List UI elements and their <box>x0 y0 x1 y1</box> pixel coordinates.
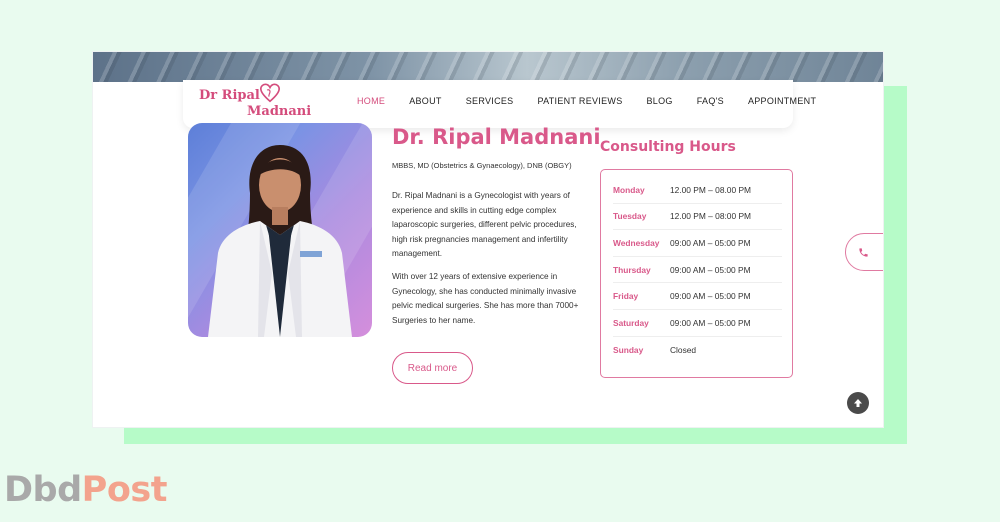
hours-day: Friday <box>613 291 639 302</box>
hours-time: Closed <box>670 344 697 355</box>
hours-time: 09:00 AM – 05:00 PM <box>670 237 751 248</box>
nav-item-blog[interactable]: BLOG <box>647 96 673 106</box>
hours-time: 12.00 PM – 08.00 PM <box>670 184 752 195</box>
hours-row: Tuesday 12.00 PM – 08:00 PM <box>613 204 782 231</box>
doctor-portrait-illustration <box>208 145 352 337</box>
hours-time: 09:00 AM – 05:00 PM <box>670 264 751 275</box>
scroll-to-top-button[interactable] <box>847 392 869 414</box>
consulting-hours-title: Consulting Hours <box>600 139 736 155</box>
navbar: Dr Ripal Madnani HOME ABOUT SERVICES PAT… <box>183 80 816 128</box>
doctor-qualifications: MBBS, MD (Obstetrics & Gynaecology), DNB… <box>392 161 572 170</box>
hours-day: Wednesday <box>613 237 660 248</box>
heart-logo-icon <box>260 83 280 103</box>
nav-item-appointment[interactable]: APPOINTMENT <box>748 96 816 106</box>
main-nav: HOME ABOUT SERVICES PATIENT REVIEWS BLOG… <box>357 96 840 106</box>
nav-item-faqs[interactable]: FAQ'S <box>697 96 724 106</box>
site-logo[interactable]: Dr Ripal Madnani <box>199 83 312 124</box>
bio-paragraph-2: With over 12 years of extensive experien… <box>392 272 579 325</box>
arrow-up-icon <box>854 399 862 407</box>
hours-time: 09:00 AM – 05:00 PM <box>670 291 751 302</box>
hours-time: 12.00 PM – 08:00 PM <box>670 211 752 222</box>
hours-day: Thursday <box>613 264 651 275</box>
hours-day: Monday <box>613 184 645 195</box>
logo-text-line2: Madnani <box>247 104 312 119</box>
nav-item-home[interactable]: HOME <box>357 96 385 106</box>
hero-banner-strip <box>93 52 883 82</box>
nav-item-services[interactable]: SERVICES <box>466 96 514 106</box>
bio-paragraph-1: Dr. Ripal Madnani is a Gynecologist with… <box>392 191 577 259</box>
hours-row: Saturday 09:00 AM – 05:00 PM <box>613 310 782 337</box>
call-button[interactable] <box>845 233 883 271</box>
logo-text-line1: Dr Ripal <box>199 88 260 103</box>
watermark-logo: DbdPost <box>4 470 167 510</box>
nav-item-patient-reviews[interactable]: PATIENT REVIEWS <box>537 96 622 106</box>
hours-day: Saturday <box>613 317 649 328</box>
watermark-part1: Dbd <box>4 470 82 510</box>
doctor-name: Dr. Ripal Madnani <box>392 125 601 149</box>
hours-day: Tuesday <box>613 211 647 222</box>
phone-icon <box>859 247 868 257</box>
read-more-button[interactable]: Read more <box>392 352 473 384</box>
hours-row: Friday 09:00 AM – 05:00 PM <box>613 283 782 310</box>
hours-row: Monday 12.00 PM – 08.00 PM <box>613 177 782 204</box>
hours-row: Thursday 09:00 AM – 05:00 PM <box>613 257 782 284</box>
hours-day: Sunday <box>613 344 644 355</box>
watermark-part2: Post <box>81 470 168 510</box>
hours-time: 09:00 AM – 05:00 PM <box>670 317 751 328</box>
doctor-photo <box>188 123 372 337</box>
hours-row: Sunday Closed <box>613 337 782 364</box>
hours-row: Wednesday 09:00 AM – 05:00 PM <box>613 230 782 257</box>
consulting-hours-table: Monday 12.00 PM – 08.00 PM Tuesday 12.00… <box>600 169 793 378</box>
nav-item-about[interactable]: ABOUT <box>409 96 442 106</box>
website-screenshot-frame: Dr Ripal Madnani HOME ABOUT SERVICES PAT… <box>93 52 883 427</box>
